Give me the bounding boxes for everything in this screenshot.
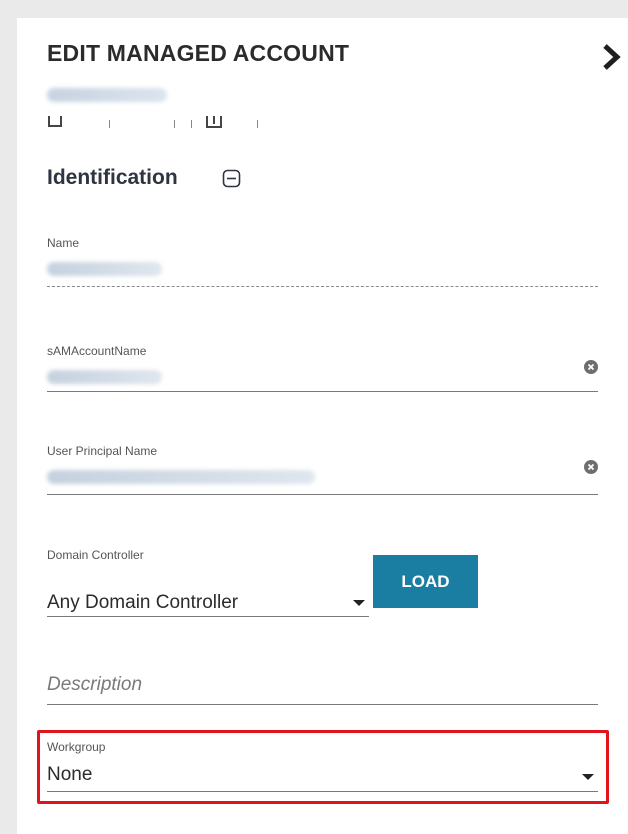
samaccountname-field[interactable]: sAMAccountName xyxy=(47,344,598,394)
account-subtitle-redacted xyxy=(47,88,167,102)
workgroup-value: None xyxy=(47,764,93,785)
samaccountname-value-redacted xyxy=(47,370,162,384)
samaccountname-label: sAMAccountName xyxy=(47,344,147,358)
copy-icon[interactable] xyxy=(47,116,63,130)
edit-account-panel: EDIT MANAGED ACCOUNT Identification Name… xyxy=(17,18,628,834)
toolbar-divider xyxy=(174,120,175,128)
name-value-redacted xyxy=(47,262,162,276)
chevron-down-icon xyxy=(353,600,365,606)
workgroup-select[interactable]: Workgroup None xyxy=(47,736,598,792)
domain-controller-value: Any Domain Controller xyxy=(47,592,239,613)
toolbar-divider xyxy=(257,120,258,128)
chevron-right-icon[interactable] xyxy=(600,44,622,70)
chevron-down-icon xyxy=(582,774,594,780)
clear-icon[interactable] xyxy=(584,360,598,374)
name-underline xyxy=(47,286,598,287)
user-principal-name-underline xyxy=(47,494,598,495)
delete-icon[interactable] xyxy=(205,116,225,130)
toolbar-partial xyxy=(47,116,277,130)
toolbar-divider xyxy=(191,120,192,128)
domain-controller-label-wrap: Domain Controller xyxy=(47,548,598,568)
domain-controller-label: Domain Controller xyxy=(47,548,144,562)
name-field[interactable]: Name xyxy=(47,236,598,288)
domain-controller-select[interactable]: Any Domain Controller xyxy=(47,586,369,617)
description-input[interactable] xyxy=(47,674,598,696)
section-title: Identification xyxy=(47,166,178,189)
workgroup-underline xyxy=(47,791,598,792)
name-label: Name xyxy=(47,236,80,250)
load-button[interactable]: LOAD xyxy=(373,555,478,608)
user-principal-name-value-redacted xyxy=(47,470,315,484)
workgroup-label: Workgroup xyxy=(47,740,106,754)
user-principal-name-label: User Principal Name xyxy=(47,444,158,458)
user-principal-name-field[interactable]: User Principal Name xyxy=(47,444,598,496)
clear-icon[interactable] xyxy=(584,460,598,474)
samaccountname-underline xyxy=(47,391,598,392)
panel-title: EDIT MANAGED ACCOUNT xyxy=(47,40,350,66)
toolbar-divider xyxy=(109,120,110,128)
collapse-minus-icon[interactable] xyxy=(222,169,241,188)
description-field[interactable] xyxy=(47,668,598,705)
